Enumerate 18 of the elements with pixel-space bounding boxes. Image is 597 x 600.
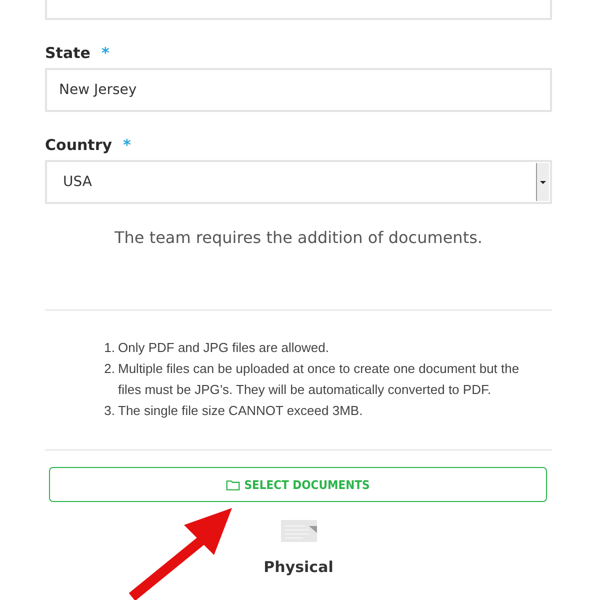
required-mark: * [123, 136, 131, 154]
rule-text: The single file size CANNOT exceed 3MB. [118, 402, 364, 420]
field-label: Country [45, 136, 112, 154]
rule-text: Multiple files can be uploaded at once to create one document but the files must be JPG’s. They will be automatically converted to PDF. [118, 360, 520, 399]
caret-icon[interactable] [536, 163, 549, 201]
notice-text: The team requires the addition of documents. [113, 228, 484, 247]
document-icon [280, 520, 316, 542]
field-label: State [45, 44, 90, 62]
required-mark: * [101, 44, 110, 62]
country-dropdown[interactable]: USA [45, 160, 552, 204]
input-field[interactable]: New Jersey [45, 68, 552, 112]
folder-icon [226, 478, 240, 490]
list-number: 2. [103, 360, 115, 378]
document-type-label: Physical [262, 558, 334, 576]
input-field[interactable] [45, 0, 552, 20]
rule-text: Only PDF and JPG files are allowed. [118, 339, 330, 357]
list-number: 3. [103, 402, 115, 420]
list-number: 1. [103, 339, 115, 357]
